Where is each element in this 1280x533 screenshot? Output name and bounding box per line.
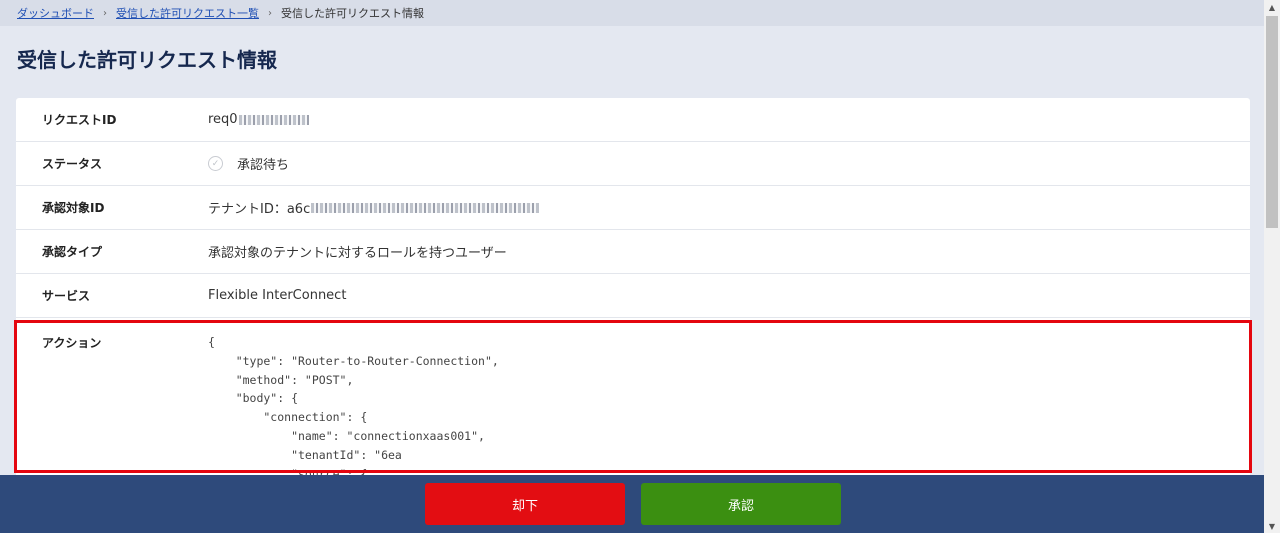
target-id-text: テナントID：a6c (208, 202, 311, 217)
approval-type-label: 承認タイプ (42, 245, 103, 259)
breadcrumb: ダッシュボード › 受信した許可リクエスト一覧 › 受信した許可リクエスト情報 (0, 0, 1264, 26)
scroll-down-icon[interactable]: ▼ (1264, 519, 1280, 533)
code-line: "body": { (235, 391, 299, 406)
redacted-mask (311, 202, 540, 213)
request-id-text: req0 (208, 112, 238, 127)
status-row: ステータス ✓ 承認待ち (16, 142, 1250, 186)
code-line: "method": "POST", (235, 372, 354, 387)
service-row: サービス Flexible InterConnect (16, 274, 1250, 318)
code-line: { (208, 335, 215, 349)
breadcrumb-current: 受信した許可リクエスト情報 (281, 7, 424, 20)
request-id-row: リクエストID req0 (16, 98, 1250, 142)
vertical-scrollbar[interactable]: ▲ ▼ (1264, 0, 1280, 533)
code-line: "connection": { (263, 410, 368, 425)
request-id-value: req0 (208, 112, 309, 127)
service-label: サービス (42, 289, 91, 303)
target-id-label: 承認対象ID (42, 201, 105, 215)
target-id-value: テナントID：a6c (208, 198, 540, 217)
breadcrumb-dashboard-link[interactable]: ダッシュボード (17, 5, 94, 21)
footer-action-bar: 却下 承認 (0, 475, 1264, 533)
target-id-row: 承認対象ID テナントID：a6c (16, 186, 1250, 230)
status-label: ステータス (42, 157, 103, 171)
code-line: "name": "connectionxaas001", (291, 428, 485, 443)
page-title: 受信した許可リクエスト情報 (17, 48, 277, 72)
code-line: "type": "Router-to-Router-Connection", (235, 353, 499, 368)
scroll-up-icon[interactable]: ▲ (1264, 0, 1280, 14)
action-label: アクション (42, 336, 102, 350)
scroll-thumb[interactable] (1266, 16, 1278, 228)
breadcrumb-request-list-link[interactable]: 受信した許可リクエスト一覧 (116, 5, 259, 21)
request-id-label: リクエストID (42, 113, 117, 127)
status-text: 承認待ち (237, 158, 290, 173)
approval-type-value: 承認対象のテナントに対するロールを持つユーザー (208, 246, 507, 261)
check-circle-icon: ✓ (208, 156, 223, 171)
code-line: "tenantId": "6ea (291, 447, 402, 462)
breadcrumb-separator: › (268, 7, 272, 19)
approval-type-row: 承認タイプ 承認対象のテナントに対するロールを持つユーザー (16, 230, 1250, 274)
status-value: ✓ 承認待ち (208, 154, 289, 173)
reject-button[interactable]: 却下 (425, 483, 625, 525)
request-detail-card: リクエストID req0 ステータス ✓ 承認待ち 承認対象ID テナントID：… (16, 98, 1250, 518)
approve-button[interactable]: 承認 (641, 483, 841, 525)
redacted-mask (238, 114, 309, 125)
breadcrumb-separator: › (103, 7, 107, 19)
service-value: Flexible InterConnect (208, 288, 347, 303)
